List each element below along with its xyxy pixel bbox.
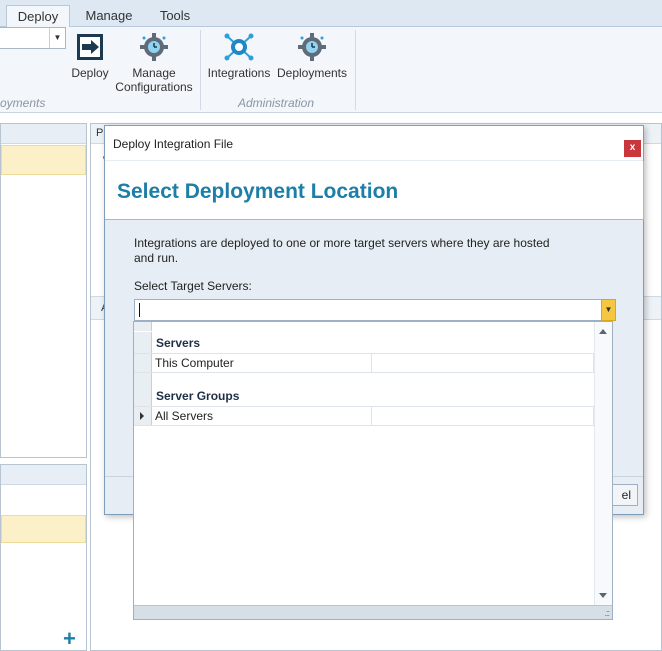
group-label-servers: Servers — [156, 336, 201, 350]
deployments-button[interactable]: Deployments — [276, 32, 348, 80]
ribbon-combo-box[interactable]: ▼ — [0, 27, 66, 49]
deploy-button[interactable]: Deploy — [68, 32, 112, 80]
dialog-title-bar[interactable]: Deploy Integration File x — [105, 126, 643, 160]
left-top-pane — [0, 123, 87, 458]
dialog-description: Integrations are deployed to one or more… — [134, 236, 550, 265]
tab-deploy[interactable]: Deploy — [6, 5, 70, 28]
row-header-cell — [134, 354, 152, 372]
vertical-scrollbar[interactable] — [594, 322, 612, 605]
dialog-header: Select Deployment Location — [105, 161, 644, 220]
selected-list-item[interactable] — [1, 145, 86, 175]
target-servers-combo[interactable]: ▼ — [134, 299, 616, 321]
group-row-servers[interactable]: Servers — [134, 332, 594, 353]
group-label-server-groups: Server Groups — [156, 389, 240, 403]
gear-clock-icon — [138, 32, 170, 62]
selected-list-item[interactable] — [1, 515, 86, 543]
dialog-title: Deploy Integration File — [113, 137, 234, 151]
left-bottom-pane — [0, 464, 87, 651]
row-header-column — [134, 322, 152, 331]
close-button[interactable]: x — [624, 140, 641, 157]
ribbon-tab-strip: Deploy Manage Tools — [0, 0, 662, 28]
server-grid: Servers This Computer Server Groups All … — [134, 322, 594, 607]
ribbon-group-label-deployments: oyments — [0, 96, 46, 110]
integrations-button-label: Integrations — [207, 66, 271, 80]
target-servers-dropdown[interactable]: Servers This Computer Server Groups All … — [133, 321, 613, 620]
integrations-button[interactable]: Integrations — [204, 32, 274, 80]
tab-manage[interactable]: Manage — [80, 5, 138, 27]
chevron-down-icon[interactable]: ▼ — [601, 299, 616, 321]
gear-clock-icon — [296, 32, 328, 62]
row-header-cell — [134, 407, 152, 425]
server-detail-cell[interactable] — [372, 407, 594, 425]
left-top-pane-header — [1, 124, 86, 144]
server-detail-cell[interactable] — [372, 354, 594, 372]
server-name-cell[interactable]: All Servers — [152, 407, 372, 425]
ribbon-group-separator — [355, 30, 356, 110]
manage-configurations-label-line2: Configurations — [115, 80, 193, 94]
tab-tools[interactable]: Tools — [150, 5, 200, 27]
text-caret — [139, 303, 140, 317]
select-target-servers-label: Select Target Servers: — [134, 279, 252, 293]
row-header-cell — [134, 373, 152, 406]
chevron-down-icon[interactable]: ▼ — [49, 28, 65, 48]
ribbon-group-label-administration: Administration — [238, 96, 315, 110]
left-bottom-pane-header — [1, 465, 86, 485]
scroll-up-icon[interactable] — [599, 329, 607, 334]
table-row[interactable]: This Computer — [134, 353, 594, 373]
ribbon-group-separator — [200, 30, 201, 110]
network-gear-icon — [223, 32, 255, 62]
dialog-header-title: Select Deployment Location — [117, 180, 399, 203]
deployments-button-label: Deployments — [276, 66, 348, 80]
row-header-cell — [134, 332, 152, 353]
deploy-arrow-icon — [74, 32, 106, 62]
deploy-button-label: Deploy — [71, 66, 109, 80]
manage-configurations-label-line1: Manage — [132, 66, 176, 80]
plus-icon[interactable]: + — [63, 628, 76, 650]
main-pane-header-text: P — [96, 127, 104, 139]
table-row[interactable]: All Servers — [134, 406, 594, 426]
server-name-cell[interactable]: This Computer — [152, 354, 372, 372]
group-row-server-groups[interactable]: Server Groups — [134, 385, 594, 406]
manage-configurations-button[interactable]: Manage Configurations — [112, 32, 196, 94]
current-row-indicator-icon — [140, 412, 144, 420]
dropdown-footer: .:: — [134, 605, 612, 619]
scroll-down-icon[interactable] — [599, 593, 607, 598]
resize-grip-icon[interactable]: .:: — [604, 608, 609, 618]
